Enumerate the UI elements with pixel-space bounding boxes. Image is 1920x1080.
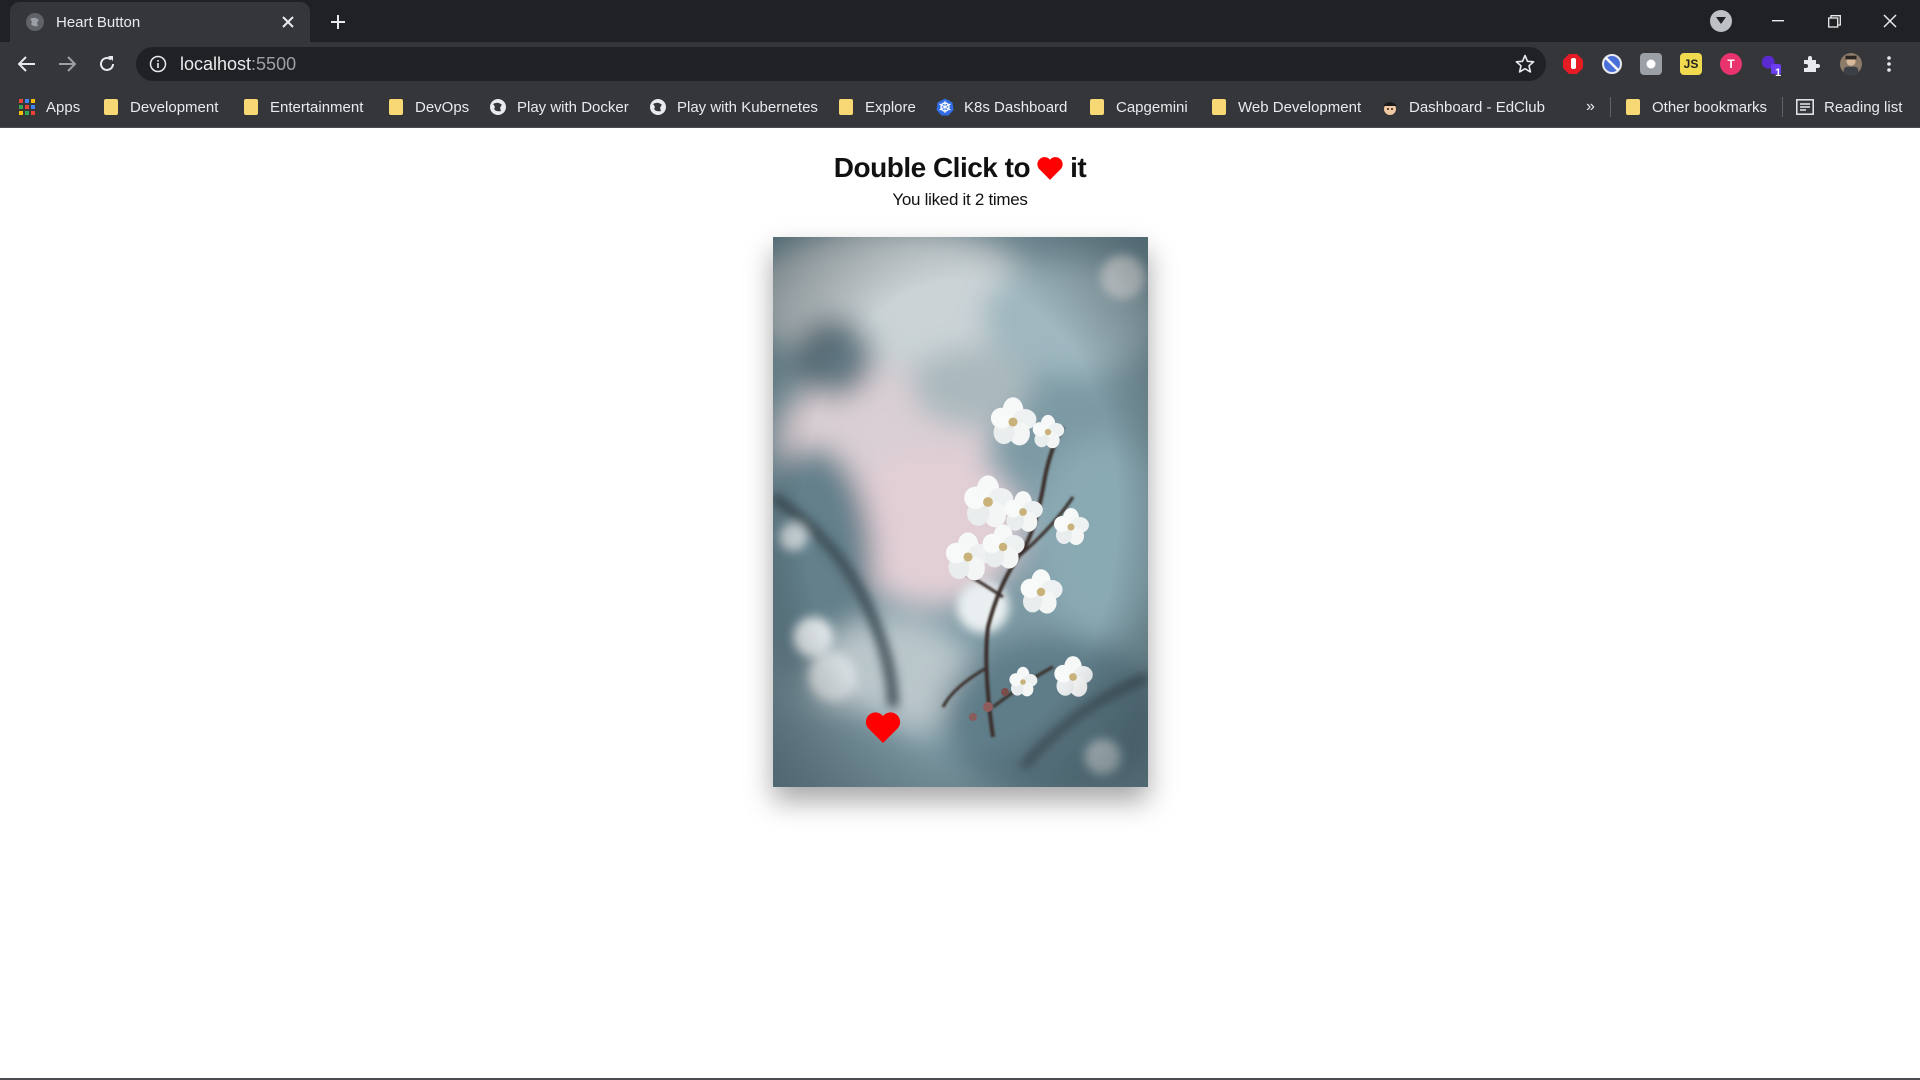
arrow-right-icon bbox=[59, 56, 76, 72]
browser-toolbar: localhost:5500 JS T 1 bbox=[0, 42, 1920, 86]
globe-icon bbox=[489, 98, 507, 116]
forward-button[interactable] bbox=[52, 50, 82, 78]
likes-suffix: times bbox=[988, 190, 1028, 209]
folder-icon bbox=[242, 98, 260, 116]
star-icon[interactable] bbox=[1514, 53, 1536, 75]
likeable-photo[interactable] bbox=[773, 237, 1148, 787]
screenshot-extension-icon[interactable] bbox=[1640, 53, 1662, 75]
url-text: localhost:5500 bbox=[180, 54, 296, 75]
bookmark-label: K8s Dashboard bbox=[964, 98, 1068, 116]
reading-list-button[interactable]: Reading list bbox=[1796, 86, 1902, 128]
bookmark-label: Play with Docker bbox=[517, 98, 629, 116]
bookmark-capgemini[interactable]: Capgemini bbox=[1088, 86, 1188, 128]
bookmark-label: Dashboard - EdClub bbox=[1409, 98, 1545, 116]
folder-icon bbox=[102, 98, 120, 116]
likes-counter-text: You liked it 2 times bbox=[0, 190, 1920, 210]
heart-icon bbox=[1037, 156, 1063, 180]
reload-icon bbox=[100, 56, 114, 71]
folder-icon bbox=[1088, 98, 1106, 116]
page-title: Double Click to it bbox=[0, 150, 1920, 184]
reading-list-icon bbox=[1796, 98, 1814, 116]
plus-icon bbox=[331, 15, 345, 29]
tab-strip: Heart Button bbox=[0, 0, 1920, 42]
bookmark-dashboard-edclub[interactable]: Dashboard - EdClub bbox=[1381, 86, 1545, 128]
likes-prefix: You liked it bbox=[892, 190, 971, 209]
minimize-button[interactable] bbox=[1756, 6, 1800, 36]
close-icon bbox=[1883, 14, 1897, 28]
address-bar[interactable]: localhost:5500 bbox=[136, 47, 1546, 81]
browser-tab[interactable]: Heart Button bbox=[10, 2, 310, 42]
tab-search-button[interactable] bbox=[1710, 10, 1732, 32]
divider bbox=[1782, 97, 1783, 117]
folder-icon bbox=[837, 98, 855, 116]
bookmark-entertainment[interactable]: Entertainment bbox=[242, 86, 363, 128]
bookmark-play-with-docker[interactable]: Play with Docker bbox=[489, 86, 629, 128]
new-tab-button[interactable] bbox=[326, 10, 350, 34]
minimize-icon bbox=[1772, 20, 1784, 22]
bookmark-web-development[interactable]: Web Development bbox=[1210, 86, 1361, 128]
url-host: localhost bbox=[180, 53, 252, 74]
back-button[interactable] bbox=[12, 50, 42, 78]
bookmark-play-with-kubernetes[interactable]: Play with Kubernetes bbox=[649, 86, 818, 128]
bookmark-label: Play with Kubernetes bbox=[677, 98, 818, 116]
bookmark-label: Other bookmarks bbox=[1652, 98, 1768, 116]
bookmark-label: Explore bbox=[865, 98, 916, 116]
bookmark-devops[interactable]: DevOps bbox=[387, 86, 469, 128]
likes-count: 2 bbox=[974, 190, 985, 209]
title-text-after: it bbox=[1070, 151, 1087, 183]
url-port: :5500 bbox=[251, 53, 297, 74]
globe-icon bbox=[649, 98, 667, 116]
reload-button[interactable] bbox=[92, 50, 122, 78]
menu-kebab-icon[interactable] bbox=[1884, 53, 1894, 75]
bookmarks-overflow-button[interactable]: » bbox=[1586, 86, 1595, 128]
bookmark-label: DevOps bbox=[415, 98, 470, 116]
globe-icon bbox=[26, 13, 44, 31]
info-icon[interactable] bbox=[148, 54, 168, 74]
folder-icon bbox=[387, 98, 405, 116]
bookmarks-bar: Apps Development Entertainment DevOps Pl… bbox=[0, 86, 1920, 128]
edclub-icon bbox=[1381, 98, 1399, 116]
kubernetes-icon bbox=[936, 98, 954, 116]
title-text-before: Double Click to bbox=[833, 151, 1031, 183]
block-extension-icon[interactable] bbox=[1601, 53, 1623, 75]
js-extension-icon[interactable]: JS bbox=[1680, 53, 1702, 75]
tab-title: Heart Button bbox=[56, 13, 141, 31]
apps-grid-icon bbox=[18, 98, 36, 116]
close-icon[interactable] bbox=[278, 12, 298, 32]
cherry-blossom-photo bbox=[773, 237, 1148, 787]
bookmark-apps[interactable]: Apps bbox=[18, 86, 80, 128]
profile-avatar[interactable] bbox=[1840, 53, 1862, 75]
arrow-left-icon bbox=[18, 56, 35, 72]
bookmark-k8s-dashboard[interactable]: K8s Dashboard bbox=[936, 86, 1067, 128]
bookmark-development[interactable]: Development bbox=[102, 86, 218, 128]
restore-button[interactable] bbox=[1812, 6, 1856, 36]
folder-icon bbox=[1624, 98, 1642, 116]
bookmark-other-bookmarks[interactable]: Other bookmarks bbox=[1624, 86, 1767, 128]
divider bbox=[1610, 97, 1611, 117]
bookmark-label: Web Development bbox=[1238, 98, 1362, 116]
bookmark-explore[interactable]: Explore bbox=[837, 86, 916, 128]
bookmark-label: Apps bbox=[46, 98, 81, 116]
restore-icon bbox=[1827, 14, 1841, 28]
bookmark-label: Entertainment bbox=[270, 98, 364, 116]
t-extension-icon[interactable]: T bbox=[1720, 53, 1742, 75]
chevron-down-icon bbox=[1716, 17, 1726, 24]
adblock-extension-icon[interactable] bbox=[1562, 53, 1584, 75]
folder-icon bbox=[1210, 98, 1228, 116]
bookmark-label: Development bbox=[130, 98, 219, 116]
close-window-button[interactable] bbox=[1868, 6, 1912, 36]
bookmark-label: Capgemini bbox=[1116, 98, 1188, 116]
puzzle-icon[interactable] bbox=[1800, 53, 1822, 75]
extension-badge-count: 1 bbox=[1775, 67, 1782, 79]
reading-list-label: Reading list bbox=[1824, 98, 1903, 116]
